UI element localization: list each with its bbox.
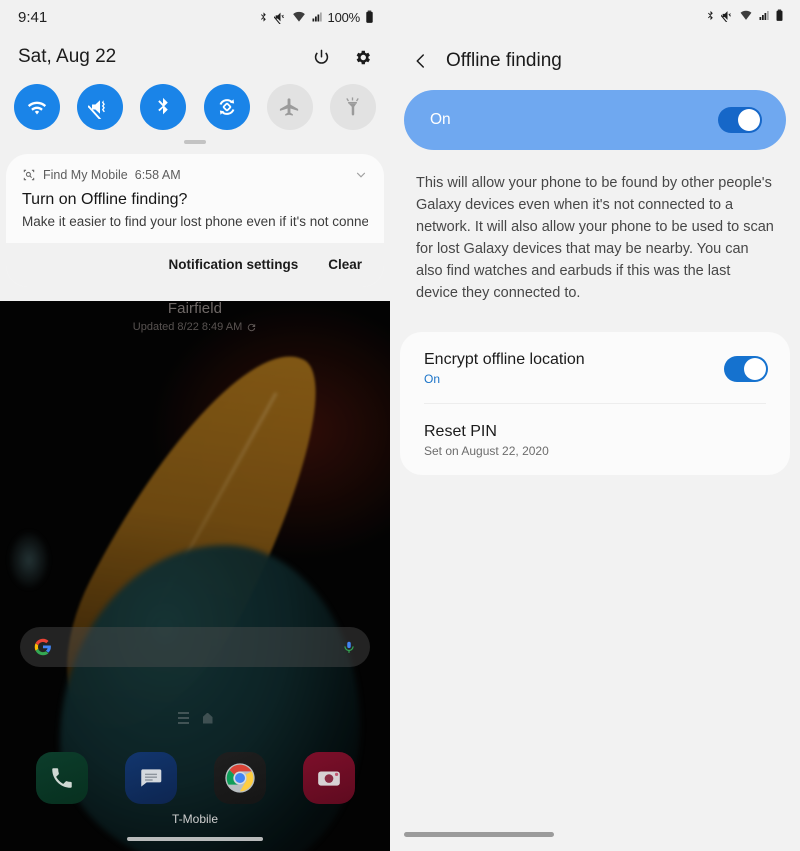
notification-text: Make it easier to find your lost phone e…: [22, 214, 368, 229]
row-texts: Encrypt offline location On: [424, 351, 585, 386]
row-texts: Reset PIN Set on August 22, 2020: [424, 423, 549, 458]
bluetooth-icon: [708, 10, 713, 20]
mute-icon: [721, 10, 731, 22]
left-phone-home-screen: Fairfield Updated 8/22 8:49 AM T-Mobile …: [0, 0, 390, 851]
bluetooth-icon: [260, 12, 266, 22]
weather-widget[interactable]: Fairfield Updated 8/22 8:49 AM: [0, 300, 390, 333]
status-bar-time: 9:41: [18, 8, 48, 26]
status-bar: [390, 0, 800, 30]
signal-icon: [759, 10, 769, 20]
notification-title: Turn on Offline finding?: [22, 191, 188, 208]
google-search-bar[interactable]: [20, 627, 370, 667]
flashlight-icon: [346, 96, 360, 115]
notification-card[interactable]: Find My Mobile 6:58 AM Turn on Offline f…: [6, 154, 384, 287]
battery-icon: [776, 9, 783, 21]
battery-percent: 100%: [327, 9, 361, 25]
row-subtitle: On: [424, 372, 441, 387]
app-bar: Offline finding: [390, 30, 800, 82]
google-g-icon: [34, 638, 51, 656]
qs-tile-wifi[interactable]: [14, 84, 60, 130]
navigation-pill[interactable]: [404, 832, 554, 837]
home-page-icon: [202, 712, 213, 724]
row-subtitle: Set on August 22, 2020: [424, 444, 549, 459]
encrypt-offline-location-switch[interactable]: [724, 355, 768, 382]
toggle-knob: [738, 109, 760, 131]
row-title: Reset PIN: [424, 423, 497, 441]
notification-meta: Find My Mobile 6:58 AM: [22, 168, 368, 182]
battery-icon: [366, 10, 373, 23]
page-dots-icon: [177, 712, 189, 724]
qs-tile-airplane-mode[interactable]: [266, 84, 313, 130]
toggle-knob: [744, 357, 766, 380]
quick-settings-date: Sat, Aug 22: [18, 46, 117, 67]
page-indicator: [0, 712, 390, 724]
wifi-icon: [292, 11, 305, 22]
weather-city: Fairfield: [167, 300, 223, 317]
phone-icon: [51, 768, 72, 788]
master-toggle-label: On: [430, 111, 451, 128]
notification-body: Find My Mobile 6:58 AM Turn on Offline f…: [6, 154, 384, 243]
dock-app-messages[interactable]: [124, 752, 177, 804]
auto-rotate-icon: [219, 99, 234, 115]
messages-icon: [140, 769, 161, 787]
back-arrow-icon[interactable]: [412, 52, 430, 70]
quick-settings-header: Sat, Aug 22: [0, 34, 390, 76]
find-my-mobile-icon: [23, 169, 35, 181]
page-title: Offline finding: [446, 50, 562, 71]
status-bar: 9:41 100%: [0, 0, 390, 34]
status-bar-icons: 100%: [258, 10, 374, 25]
weather-updated-row: Updated 8/22 8:49 AM: [0, 321, 390, 333]
qs-tile-sound-mute[interactable]: [77, 84, 124, 130]
description-text: This will allow your phone to be found b…: [416, 175, 774, 302]
chrome-icon: [224, 763, 255, 793]
dock-app-chrome[interactable]: [213, 752, 266, 804]
master-toggle-switch[interactable]: [718, 107, 762, 133]
quick-settings-drag-handle[interactable]: [0, 132, 390, 154]
carrier-label: T-Mobile: [171, 812, 218, 826]
power-icon[interactable]: [312, 48, 331, 67]
row-title: Encrypt offline location: [424, 351, 585, 369]
wifi-icon: [27, 101, 47, 115]
row-encrypt-offline-location[interactable]: Encrypt offline location On: [400, 332, 790, 403]
notification-app-name: Find My Mobile: [43, 168, 128, 182]
camera-icon: [317, 771, 340, 786]
gear-icon[interactable]: [353, 48, 372, 67]
dock-app-camera[interactable]: [302, 752, 355, 804]
weather-updated-text: Updated 8/22 8:49 AM: [132, 321, 243, 333]
qs-tile-bluetooth[interactable]: [140, 84, 187, 130]
notification-settings-button[interactable]: Notification settings: [168, 257, 298, 272]
settings-card: Encrypt offline location On Reset PIN Se…: [400, 332, 790, 476]
qs-tile-auto-rotate[interactable]: [203, 84, 250, 130]
quick-settings-panel: 9:41 100% Sat, Aug 22 Find My Mobile 6:5…: [0, 0, 390, 301]
panel-bottom-edge: [0, 287, 390, 301]
dock-app-phone[interactable]: [35, 752, 88, 804]
app-dock: [0, 752, 390, 804]
mute-icon: [273, 12, 284, 24]
offline-finding-master-toggle[interactable]: On: [404, 90, 786, 150]
right-phone-settings-screen: Offline finding On This will allow your …: [390, 0, 800, 851]
row-reset-pin[interactable]: Reset PIN Set on August 22, 2020: [400, 404, 790, 475]
quick-settings-tiles: [0, 76, 390, 132]
notification-area: Find My Mobile 6:58 AM Turn on Offline f…: [0, 154, 390, 287]
quick-settings-actions: [312, 48, 372, 67]
navigation-pill[interactable]: [127, 837, 263, 841]
signal-icon: [312, 12, 322, 22]
wifi-icon: [740, 10, 752, 20]
chevron-down-icon[interactable]: [354, 168, 368, 182]
refresh-icon[interactable]: [246, 322, 257, 333]
notification-time: 6:58 AM: [134, 168, 181, 182]
dual-phone-screenshot: Fairfield Updated 8/22 8:49 AM T-Mobile …: [0, 0, 800, 851]
notification-clear-button[interactable]: Clear: [328, 257, 362, 272]
airplane-icon: [280, 97, 299, 116]
mute-vibrate-icon: [88, 100, 106, 119]
qs-tile-flashlight[interactable]: [329, 84, 376, 130]
notification-actions: Notification settings Clear: [6, 243, 384, 287]
microphone-icon[interactable]: [342, 638, 356, 656]
bluetooth-icon: [158, 97, 169, 115]
